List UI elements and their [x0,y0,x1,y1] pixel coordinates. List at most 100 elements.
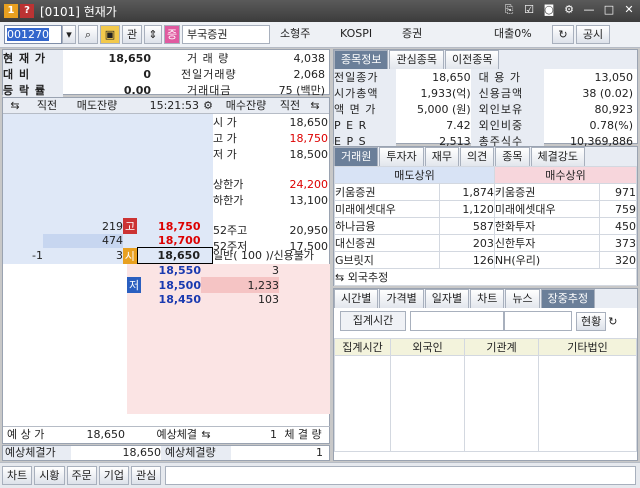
refresh-icon[interactable]: ↻ [552,25,574,44]
code-dropdown-icon[interactable]: ▾ [62,25,76,44]
tab-intraday-estimate[interactable]: 장중추정 [540,289,596,308]
ob-footer: 예 상 가 18,650 예상체결 ⇆ 1 체 결 량 [3,426,330,443]
ob-time: 15:21:53 [149,99,199,112]
notice-button[interactable]: 공시 [576,25,610,44]
tab-stock[interactable]: 종목 [495,147,530,166]
time-label: 집계시간 [340,311,406,331]
diff: 0 [143,67,151,81]
time-from-input[interactable] [410,311,504,331]
gear-icon[interactable]: ⚙ [562,3,576,17]
tab-chart[interactable]: 차트 [470,289,505,308]
stat-label: 고 가 [213,132,237,145]
minimize-icon[interactable]: — [582,3,596,17]
broker-panel: 거래원 투자자 재무 의견 종목 체결강도 매도상위 매수상위 키움증권 1,874… [333,146,638,286]
sell-broker-vol: 1,120 [438,200,495,218]
link-badge[interactable]: ? [20,4,34,18]
tab-by-price[interactable]: 가격별 [379,289,424,308]
stock-code-input[interactable]: 001270 [4,25,62,44]
check-icon[interactable]: ☑ [522,3,536,17]
gwan-button[interactable]: 관 [122,25,142,44]
tab-news[interactable]: 뉴스 [505,289,540,308]
low-badge: 저 [127,277,141,293]
buy-price[interactable]: 18,550 [141,264,201,277]
market-label: KOSPI [340,27,373,40]
tab-broker[interactable]: 거래원 [334,147,379,166]
refresh-icon[interactable]: ↻ [608,315,617,328]
tab-strength[interactable]: 체결강도 [530,147,585,166]
stat-label: 52주고 [213,224,248,237]
company-button[interactable]: 기업 [98,466,129,485]
gear-icon[interactable]: ⚙ [199,98,217,113]
sell-broker: 하나금융 [334,217,440,235]
foreign-estimate: 외국추정 [347,271,389,284]
info-label: 대 용 가 [470,69,544,85]
sell-price[interactable]: 18,700 [137,234,213,248]
sell-volume: 474 [43,234,123,248]
folder-icon[interactable]: ▣ [100,25,120,44]
info-value: 13,050 [594,70,634,84]
info-value: 5,000 (원) [416,103,471,116]
tab-opinion[interactable]: 의견 [460,147,495,166]
watch-button[interactable]: 관심 [131,466,162,485]
tab-by-date[interactable]: 일자별 [424,289,470,308]
maximize-icon[interactable]: □ [602,3,616,17]
message-field [165,466,636,485]
link-icon[interactable]: ⎘ [502,3,516,17]
expected-price: 18,650 [86,428,126,441]
tab-stock-info[interactable]: 종목정보 [334,50,389,69]
tab-finance[interactable]: 재무 [424,147,459,166]
amount: 75 (백만) [278,84,325,97]
buy-price[interactable]: 18,450 [141,293,201,306]
buy-rows: 18,550 3 저 18,500 1,233 18,450 103 [127,264,279,306]
buy-broker: NH(우리) [493,251,600,269]
camera-icon[interactable]: ◙ [542,3,556,17]
tab-by-time[interactable]: 시간별 [334,289,379,308]
stat-value: 13,100 [289,193,329,207]
prev-volume-label: 전일거래량 [181,68,237,81]
close-icon[interactable]: ✕ [622,3,636,17]
tab-previous[interactable]: 이전종목 [444,50,500,69]
status-bar: 차트 시황 주문 기업 관심 [0,462,640,488]
buy-broker: 한화투자 [493,217,600,235]
stat-label: 저 가 [213,148,237,161]
updown-icon[interactable]: ⇕ [144,25,162,44]
buy-broker: 신한투자 [493,234,600,252]
info-label: 외인보유 [470,101,544,117]
status-button[interactable]: 현황 [576,311,607,331]
buy-broker-vol: 759 [598,200,638,218]
sell-rows: 219 고 18,750 474 18,700 -1 3 시 18,650 [3,218,213,264]
time-to-input[interactable] [504,311,572,331]
sell-price[interactable]: 18,750 [137,218,213,234]
current-price-cell[interactable]: 18,650 [136,247,213,264]
info-label: 시가총액 [334,85,396,101]
buy-price[interactable]: 18,500 [141,277,201,293]
tab-watchlist[interactable]: 관심종목 [389,50,444,69]
sell-broker: 미래에셋대우 [334,200,440,218]
stat-value: 18,750 [289,131,329,145]
stat-value: 18,500 [289,147,329,161]
price-label: 현 재 가 [3,50,63,66]
tab-investor[interactable]: 투자자 [379,147,424,166]
sell-prev: -1 [32,249,43,262]
search-icon[interactable]: ⌕ [78,25,98,44]
sell-broker-vol: 587 [438,217,495,235]
sell-volume: 219 [102,219,123,233]
diff-label: 대 비 [3,66,63,82]
stat-value: 20,950 [289,223,329,237]
order-button[interactable]: 주문 [66,466,97,485]
buy-broker-vol: 320 [598,251,638,269]
info-label: P E R [334,117,396,133]
swap-icon[interactable]: ⇆ [197,427,215,443]
sell-broker: G브릿지 [334,251,440,269]
market-button[interactable]: 시황 [34,466,65,485]
swap-icon[interactable]: ⇆ [3,98,27,113]
window-number-badge: 1 [4,4,18,18]
swap-icon[interactable]: ⇆ [335,271,344,284]
title-bar: 1 ? [0101] 현재가 ⎘ ☑ ◙ ⚙ — □ ✕ [0,0,640,22]
swap-icon[interactable]: ⇆ [305,98,325,113]
order-book: ⇆ 직전 매도잔량 15:21:53 ⚙ 매수잔량 직전 ⇆ 시 가 18,650… [2,97,330,444]
chart-button[interactable]: 차트 [2,466,33,485]
col-other: 기타법인 [538,338,637,356]
loan-rate: 대출0% [494,27,532,40]
sell-broker: 키움증권 [334,183,440,201]
